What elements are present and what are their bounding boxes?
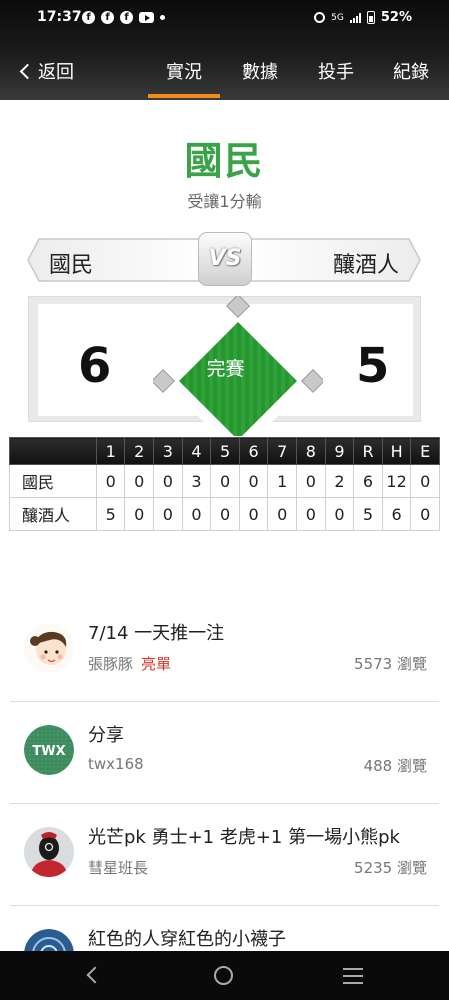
twx-logo-icon: TWX [24,725,74,775]
view-count: 5573 瀏覽 [354,655,427,673]
inning-header: 5 [210,437,240,465]
masked-figure-icon [24,827,74,877]
article-title: 7/14 一天推一注 [88,623,225,644]
score-cell: 3 [181,464,212,498]
score-cell: 0 [324,497,355,531]
view-count: 5235 瀏覽 [354,859,427,877]
status-bar: 17:37 f f f 5G 52% [0,0,449,36]
author-name: 張豚豚 [88,655,134,673]
inning-header: 1 [95,437,126,465]
back-button[interactable]: 返回 [19,58,74,84]
tab-stats[interactable]: 數據 [242,58,278,84]
chevron-left-icon [19,63,36,80]
network-label: 5G [331,12,344,23]
score-cell: 0 [267,497,298,531]
nav-back-icon[interactable] [86,966,104,984]
errors-cell: 0 [410,497,440,531]
score-cell: 0 [210,497,240,531]
facebook-icon: f [101,11,114,24]
top-bar: 17:37 f f f 5G 52% 返回 實況 數據 投手 紀錄 [0,0,449,100]
line-score-row-home: 釀酒人 5 0 0 0 0 0 0 0 0 5 6 0 [9,497,440,531]
article-list: 7/14 一天推一注 張豚豚 亮單 5573 瀏覽 TWX 分享 twx168 4… [0,600,449,1000]
score-cell: 0 [181,497,212,531]
away-team-name: 國民 [49,253,94,278]
inning-header: 9 [324,437,355,465]
team-cell: 國民 [9,464,97,498]
list-item[interactable]: 7/14 一天推一注 張豚豚 亮單 5573 瀏覽 [10,600,439,702]
facebook-icon: f [120,11,133,24]
alarm-icon [314,12,326,23]
battery-percent: 52% [380,10,412,25]
errors-cell: 0 [410,464,440,498]
hits-cell: 12 [381,464,412,498]
score-cell: 0 [296,497,326,531]
twx-logo-text: TWX [32,744,65,759]
hits-header: H [381,437,412,465]
matchup-banner: 國民 VS 釀酒人 [27,232,421,286]
vs-badge: VS [198,232,252,286]
score-cell: 0 [153,497,183,531]
system-nav-bar [0,951,449,1000]
status-time: 17:37 [37,9,82,25]
article-title: 分享 [88,725,124,746]
score-cell: 5 [95,497,126,531]
system-icons: 5G 52% [314,10,412,25]
team-cell: 釀酒人 [9,497,97,531]
tab-live[interactable]: 實況 [148,58,220,98]
score-cell: 2 [324,464,355,498]
youtube-icon [139,12,154,23]
home-team-name: 釀酒人 [332,253,399,278]
score-cell: 0 [210,464,240,498]
team-column-header [9,437,97,465]
runs-header: R [353,437,383,465]
line-score-header: 1 2 3 4 5 6 7 8 9 R H E [9,437,440,465]
line-score-table: 1 2 3 4 5 6 7 8 9 R H E 國民 0 0 0 3 0 0 1… [9,437,440,531]
signal-icon [349,12,361,23]
tab-pitchers[interactable]: 投手 [318,58,354,84]
home-score: 5 [356,338,390,394]
article-author: 彗星班長 [88,859,149,877]
battery-icon [366,11,375,24]
hits-cell: 6 [381,497,412,531]
article-author: twx168 [88,755,144,773]
list-item[interactable]: 光芒pk 勇士+1 老虎+1 第一場小熊pk 彗星班長 5235 瀏覽 [10,804,439,906]
inning-header: 7 [267,437,298,465]
nav-home-icon[interactable] [214,966,233,985]
notification-icons: f f f [82,11,165,24]
score-cell: 0 [153,464,183,498]
winner-title: 國民 [184,139,265,183]
inning-header: 6 [238,437,269,465]
runs-cell: 5 [353,497,383,531]
inning-header: 2 [124,437,155,465]
score-panel-inner: 6 完賽 5 [38,296,413,436]
header-nav: 返回 實況 數據 投手 紀錄 [0,50,449,100]
nav-recents-icon[interactable] [343,968,363,989]
view-count: 488 瀏覽 [363,757,427,775]
runs-cell: 6 [353,464,383,498]
score-cell: 0 [296,464,326,498]
handicap-result: 受讓1分輸 [187,192,262,211]
article-title: 光芒pk 勇士+1 老虎+1 第一場小熊pk [88,827,400,848]
score-panel: 6 完賽 5 [28,296,421,436]
errors-header: E [410,437,440,465]
article-title: 紅色的人穿紅色的小襪子 [88,929,286,950]
inning-header: 8 [296,437,326,465]
score-cell: 0 [124,464,155,498]
cartoon-girl-icon [24,623,74,673]
line-score-row-away: 國民 0 0 0 3 0 0 1 0 2 6 12 0 [9,464,440,498]
inning-header: 3 [153,437,183,465]
score-cell: 0 [124,497,155,531]
inning-header: 4 [181,437,212,465]
back-label: 返回 [38,62,74,83]
score-cell: 0 [238,497,269,531]
facebook-icon: f [82,11,95,24]
tab-records[interactable]: 紀錄 [393,58,429,84]
hot-tag-badge: 亮單 [141,655,172,673]
score-cell: 1 [267,464,298,498]
list-item[interactable]: TWX 分享 twx168 488 瀏覽 [10,702,439,804]
more-notifications-icon [160,15,165,20]
score-cell: 0 [238,464,269,498]
score-cell: 0 [95,464,126,498]
article-author: 張豚豚 亮單 [88,653,171,674]
